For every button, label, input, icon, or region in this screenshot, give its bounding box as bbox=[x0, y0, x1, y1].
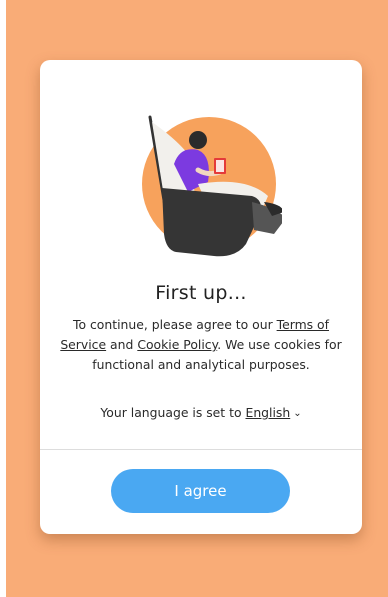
language-setting: Your language is set to English ⌄ bbox=[40, 405, 362, 420]
dialog-title: First up... bbox=[155, 282, 247, 304]
language-prefix: Your language is set to bbox=[100, 405, 246, 420]
consent-dialog: First up... To continue, please agree to… bbox=[40, 60, 362, 534]
reading-person-illustration bbox=[142, 115, 282, 257]
agree-button[interactable]: I agree bbox=[111, 469, 290, 513]
consent-prefix: To continue, please agree to our bbox=[73, 317, 277, 332]
chevron-down-icon[interactable]: ⌄ bbox=[293, 408, 301, 419]
divider bbox=[40, 449, 362, 450]
consent-middle: and bbox=[106, 337, 138, 352]
consent-text: To continue, please agree to our Terms o… bbox=[60, 315, 342, 375]
cookie-policy-link[interactable]: Cookie Policy bbox=[137, 337, 217, 352]
language-selector[interactable]: English bbox=[245, 405, 290, 420]
